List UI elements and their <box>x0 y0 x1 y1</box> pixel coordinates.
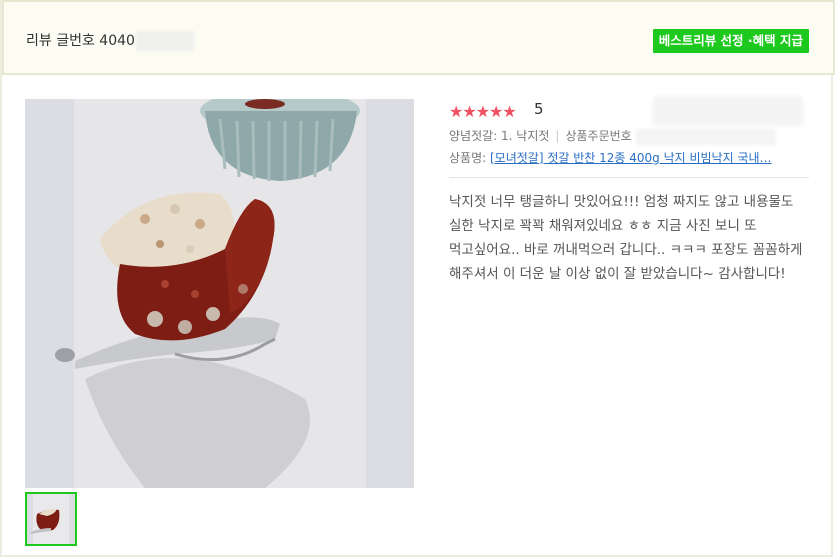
option-separator: | <box>555 129 560 143</box>
review-photo[interactable] <box>25 99 414 488</box>
review-header: 리뷰 글번호 4040 베스트리뷰 선정 ·혜택 지급 <box>2 0 835 75</box>
order-redacted-mask <box>635 128 776 145</box>
rating-score: 5 <box>534 100 544 118</box>
thumbnail-image <box>27 494 75 544</box>
review-number-label: 리뷰 글번호 4040 <box>26 33 135 49</box>
option-label: 양념젓갈: 1. 낙지젓 <box>449 129 550 143</box>
best-review-badge: 베스트리뷰 선정 ·혜택 지급 <box>652 29 809 53</box>
review-card: 리뷰 글번호 4040 베스트리뷰 선정 ·혜택 지급 ★★★★★ 5 양념젓갈… <box>0 0 835 557</box>
product-link[interactable]: [모녀젓갈] 젓갈 반찬 12종 400g 낙지 비빔낙지 국내… <box>490 151 772 165</box>
order-number-label: 상품주문번호 <box>565 129 632 143</box>
product-row: 상품명: [모녀젓갈] 젓갈 반찬 12종 400g 낙지 비빔낙지 국내… <box>449 149 809 166</box>
rating-stars-icon: ★★★★★ <box>449 102 517 121</box>
review-text: 낙지젓 너무 탱글하니 맛있어요!!! 엄청 짜지도 않고 내용물도 실한 낙지… <box>449 194 803 282</box>
food-photo-image <box>25 99 414 488</box>
divider <box>449 177 809 178</box>
user-redacted-mask <box>653 96 803 126</box>
redacted-mask <box>135 31 194 51</box>
review-photo-thumbnail[interactable] <box>25 492 77 546</box>
product-prefix: 상품명: <box>449 151 487 165</box>
review-number: 리뷰 글번호 4040 <box>26 30 194 51</box>
option-row: 양념젓갈: 1. 낙지젓 | 상품주문번호 <box>449 127 776 145</box>
